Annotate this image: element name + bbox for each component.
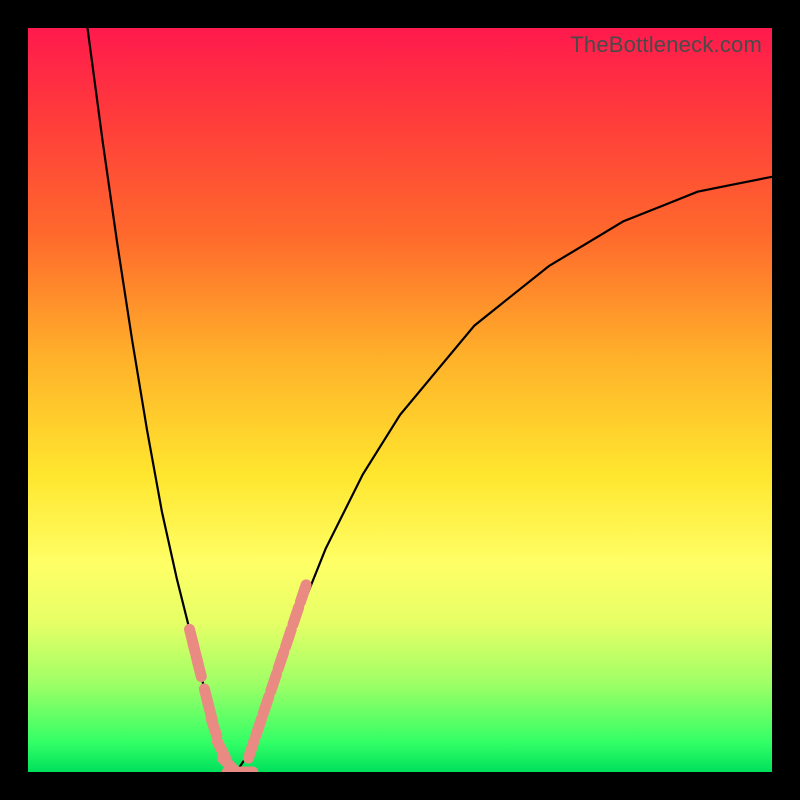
curve-marker	[300, 585, 306, 602]
curve-marker	[211, 719, 217, 736]
markers-left	[190, 629, 253, 772]
curve-marker	[286, 630, 292, 647]
markers-right	[248, 585, 306, 758]
curve-marker	[256, 719, 262, 736]
plot-area: TheBottleneck.com	[28, 28, 772, 772]
bottleneck-curve	[28, 28, 772, 772]
curve-marker	[293, 607, 299, 624]
curve-marker	[197, 659, 201, 677]
outer-frame: TheBottleneck.com	[0, 0, 800, 800]
curve-marker	[271, 674, 277, 691]
curve-path	[88, 28, 773, 772]
curve-marker	[248, 741, 254, 758]
curve-marker	[263, 697, 269, 714]
curve-marker	[278, 652, 284, 669]
